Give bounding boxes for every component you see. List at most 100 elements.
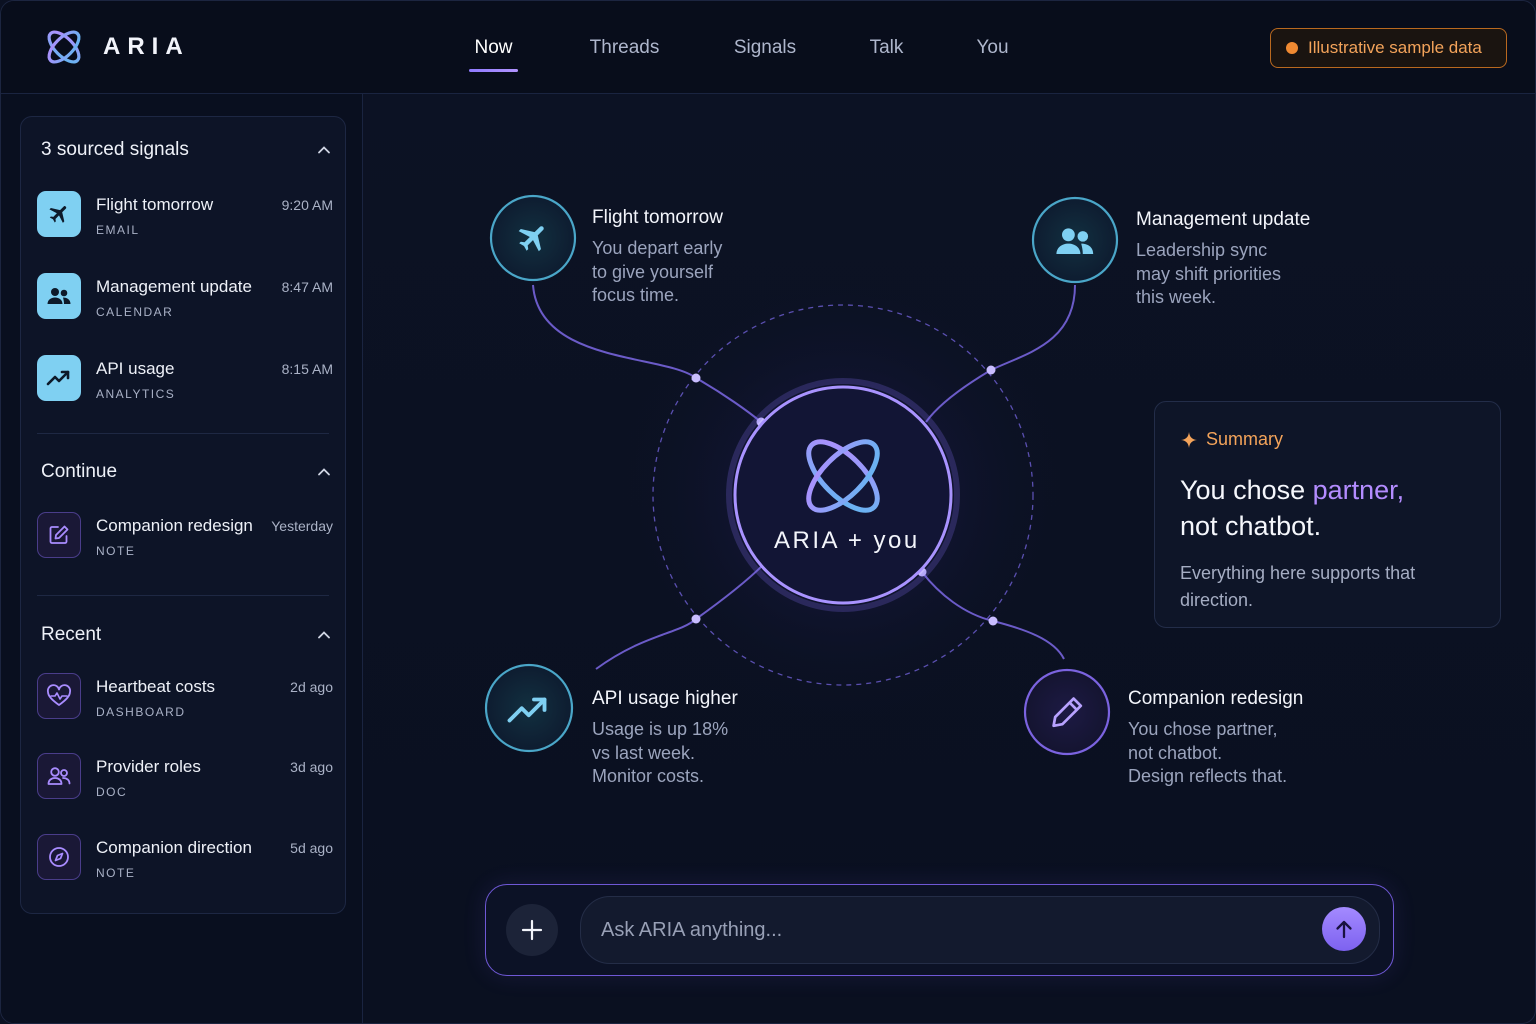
summary-label-row: Summary [1180,429,1475,450]
section-divider [37,595,329,596]
signal-item[interactable]: Management update CALENDAR 8:47 AM [37,273,333,337]
node-body: Usage is up 18% vs last week. Monitor co… [592,719,729,786]
edit-icon [37,512,81,558]
signal-title: API usage [96,359,175,378]
heartbeat-icon [37,673,81,719]
node-body: Leadership sync may shift priorities thi… [1136,240,1282,307]
continue-item[interactable]: Companion redesign NOTE Yesterday [37,512,333,576]
signal-time: 8:15 AM [281,361,333,377]
summary-label: Summary [1206,429,1284,449]
node-title: Companion redesign [1128,688,1304,709]
signal-source: CALENDAR [96,305,174,319]
headline-text: not chatbot. [1180,511,1322,541]
signal-item[interactable]: Flight tomorrow EMAIL 9:20 AM [37,191,333,255]
section-divider [37,433,329,434]
recent-section-title: Recent [41,624,102,645]
signal-source: EMAIL [96,223,140,237]
recent-time: 5d ago [290,840,333,856]
recent-title: Provider roles [96,757,201,776]
management-node-icon[interactable] [1031,196,1119,284]
recent-source: DOC [96,785,128,799]
continue-title: Companion redesign [96,516,253,535]
node-title: Flight tomorrow [592,207,723,228]
signals-section-header[interactable]: 3 sourced signals [41,139,331,161]
status-dot [1286,42,1298,54]
people-icon [37,273,81,319]
signal-time: 8:47 AM [281,279,333,295]
management-node-card[interactable]: Management update Leadership sync may sh… [1136,209,1310,310]
node-body: You depart early to give yourself focus … [592,238,723,305]
summary-card: Summary You chose partner, not chatbot. E… [1154,401,1501,628]
top-bar: ARIA Now Threads Signals Talk You Illust… [1,1,1535,94]
main-canvas: ARIA + you Flight tomorrow You depart ea… [364,94,1535,1023]
recent-item[interactable]: Provider roles DOC 3d ago [37,753,333,817]
recent-item[interactable]: Heartbeat costs DASHBOARD 2d ago [37,673,333,737]
recent-section-header[interactable]: Recent [41,624,331,646]
add-button[interactable] [506,904,558,956]
node-title: Management update [1136,209,1311,230]
send-button[interactable] [1322,907,1366,951]
recent-time: 3d ago [290,759,333,775]
tab-now[interactable]: Now [451,1,536,94]
ask-input[interactable] [580,896,1380,964]
chevron-up-icon[interactable] [317,143,331,157]
sparkle-icon [1181,431,1197,448]
flight-node-icon[interactable] [489,194,577,282]
plus-icon [521,919,543,941]
tab-signals[interactable]: Signals [713,1,817,94]
sample-data-label: Illustrative sample data [1308,38,1482,57]
recent-item[interactable]: Companion direction NOTE 5d ago [37,834,333,898]
recent-title: Companion direction [96,838,252,857]
airplane-icon [37,191,81,237]
aria-logo-icon [47,30,81,64]
main-nav: Now Threads Signals Talk You [451,1,1029,94]
app-window: ARIA Now Threads Signals Talk You Illust… [0,0,1536,1024]
signal-source: ANALYTICS [96,387,176,401]
tab-threads[interactable]: Threads [536,1,713,94]
continue-section-title: Continue [41,461,118,482]
trending-up-icon [37,355,81,401]
headline-highlight: partner, [1312,475,1405,505]
node-body: You chose partner, not chatbot. Design r… [1128,719,1288,786]
center-node[interactable] [726,378,960,612]
compass-icon [37,834,81,880]
sample-data-badge: Illustrative sample data [1270,28,1507,68]
tab-you[interactable]: You [956,1,1029,94]
api-node-card[interactable]: API usage higher Usage is up 18% vs last… [592,688,738,789]
arrow-up-icon [1336,920,1352,939]
signal-time: 9:20 AM [281,197,333,213]
recent-source: NOTE [96,866,136,880]
signal-item[interactable]: API usage ANALYTICS 8:15 AM [37,355,333,419]
flight-node-card[interactable]: Flight tomorrow You depart early to give… [592,207,723,308]
center-label: ARIA + you [774,527,920,554]
continue-source: NOTE [96,544,136,558]
signal-title: Flight tomorrow [96,195,214,214]
chevron-up-icon[interactable] [317,628,331,642]
api-node-icon[interactable] [484,663,574,753]
tab-talk[interactable]: Talk [817,1,956,94]
brand-name: ARIA [103,33,190,60]
sidebar: 3 sourced signals Flight tomorrow EMAIL … [1,94,363,1023]
continue-time: Yesterday [271,518,333,534]
brand[interactable]: ARIA [43,25,190,69]
junction-dot [986,365,996,375]
signals-section-title: 3 sourced signals [41,139,189,160]
companion-node-card[interactable]: Companion redesign You chose partner, no… [1128,688,1303,789]
chevron-up-icon[interactable] [317,465,331,479]
recent-source: DASHBOARD [96,705,186,719]
junction-dot [988,616,998,626]
summary-body: Everything here supports that direction. [1180,563,1416,610]
composer [485,884,1394,976]
signal-title: Management update [96,277,252,296]
companion-node-icon[interactable] [1023,668,1111,756]
recent-title: Heartbeat costs [96,677,216,696]
continue-section-header[interactable]: Continue [41,461,331,483]
node-title: API usage higher [592,688,738,709]
headline-text: You chose [1180,475,1313,505]
junction-dot [691,614,701,624]
summary-headline: You chose partner, not chatbot. [1180,472,1475,544]
users-icon [37,753,81,799]
sidebar-panel: 3 sourced signals Flight tomorrow EMAIL … [20,116,346,914]
recent-time: 2d ago [290,679,333,695]
junction-dot [691,373,701,383]
